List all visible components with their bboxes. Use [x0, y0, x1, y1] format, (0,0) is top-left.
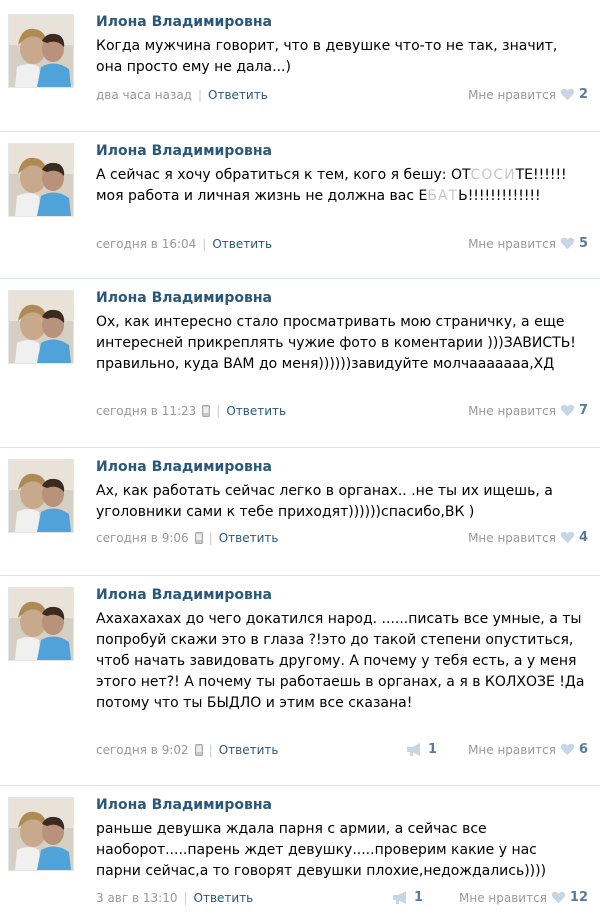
post-time[interactable]: сегодня в 9:02 — [96, 743, 189, 757]
like-label: Мне нравится — [459, 890, 547, 905]
post-text: раньше девушка ждала парня с армии, а се… — [96, 821, 547, 879]
avatar[interactable] — [8, 459, 74, 533]
avatar-photo — [9, 15, 73, 87]
share-button[interactable]: 1 — [392, 890, 423, 905]
post-meta: сегодня в 9:06 | Ответить — [96, 531, 278, 545]
heart-icon — [560, 743, 575, 756]
post-text: Когда мужчина говорит, что в девушке что… — [96, 38, 558, 75]
like-label: Мне нравится — [468, 403, 556, 418]
post-divider — [0, 447, 600, 448]
like-label: Мне нравится — [468, 236, 556, 251]
like-button[interactable]: Мне нравится 12 — [459, 890, 588, 905]
post-time[interactable]: сегодня в 11:23 — [96, 404, 196, 418]
like-count: 5 — [578, 236, 588, 251]
reply-link[interactable]: Ответить — [226, 404, 286, 418]
share-count: 1 — [414, 890, 424, 905]
like-count: 7 — [578, 403, 588, 418]
reply-link[interactable]: Ответить — [212, 237, 272, 251]
post-time[interactable]: сегодня в 16:04 — [96, 237, 196, 251]
avatar[interactable] — [8, 587, 74, 661]
meta-separator: | — [208, 743, 213, 757]
avatar-photo — [9, 460, 73, 532]
heart-icon — [560, 404, 575, 417]
like-button[interactable]: Мне нравится 6 — [468, 742, 588, 757]
like-label: Мне нравится — [468, 742, 556, 757]
mobile-phone-icon — [194, 744, 203, 756]
like-label: Мне нравится — [468, 530, 556, 545]
meta-separator: | — [216, 404, 221, 418]
like-button[interactable]: Мне нравится 2 — [468, 87, 588, 102]
reply-link[interactable]: Ответить — [219, 531, 279, 545]
censored-word: БАТ — [427, 188, 459, 204]
megaphone-icon — [393, 891, 406, 904]
post-meta: 3 авг в 13:10 | Ответить — [96, 891, 253, 905]
avatar[interactable] — [8, 290, 74, 364]
heart-icon — [560, 237, 575, 250]
mobile-phone-icon — [202, 405, 211, 417]
post-meta: два часа назад | Ответить — [96, 88, 268, 102]
post-text: А сейчас я хочу обратиться к тем, кого я… — [96, 165, 586, 207]
author-name[interactable]: Илона Владимировна — [96, 143, 272, 159]
heart-icon — [560, 88, 575, 101]
avatar-photo — [9, 588, 73, 660]
post-time[interactable]: сегодня в 9:06 — [96, 531, 189, 545]
share-button[interactable]: 1 — [406, 742, 437, 757]
post-divider — [0, 785, 600, 786]
post-text-part: А сейчас я хочу обратиться к тем, кого я… — [96, 167, 471, 183]
avatar[interactable] — [8, 143, 74, 217]
author-name[interactable]: Илона Владимировна — [96, 14, 272, 30]
author-name[interactable]: Илона Владимировна — [96, 797, 272, 813]
like-label: Мне нравится — [468, 87, 556, 102]
meta-separator: | — [183, 891, 188, 905]
heart-icon — [560, 531, 575, 544]
post-text: Ах, как работать сейчас легко в органах.… — [96, 483, 553, 520]
author-name[interactable]: Илона Владимировна — [96, 587, 272, 603]
like-count: 12 — [569, 890, 588, 905]
reply-link[interactable]: Ответить — [194, 891, 254, 905]
avatar-photo — [9, 798, 73, 870]
post-meta: сегодня в 9:02 | Ответить — [96, 743, 278, 757]
like-count: 6 — [578, 742, 588, 757]
post-time[interactable]: 3 авг в 13:10 — [96, 891, 177, 905]
meta-separator: | — [202, 237, 207, 251]
heart-icon — [551, 891, 566, 904]
avatar-photo — [9, 291, 73, 363]
meta-separator: | — [208, 531, 213, 545]
megaphone-icon — [407, 743, 420, 756]
avatar[interactable] — [8, 797, 74, 871]
mobile-phone-icon — [194, 532, 203, 544]
post-divider — [0, 575, 600, 576]
post-divider — [0, 131, 600, 132]
reply-link[interactable]: Ответить — [208, 88, 268, 102]
avatar[interactable] — [8, 14, 74, 88]
post-text: Ох, как интересно стало просматривать мо… — [96, 314, 576, 372]
censored-word: СОСИ — [470, 167, 516, 183]
post-time[interactable]: два часа назад — [96, 88, 192, 102]
avatar-photo — [9, 144, 73, 216]
meta-separator: | — [197, 88, 203, 102]
like-button[interactable]: Мне нравится 7 — [468, 403, 588, 418]
author-name[interactable]: Илона Владимировна — [96, 290, 272, 306]
post-meta: сегодня в 11:23 | Ответить — [96, 404, 286, 418]
post-text: Ахахахахах до чего докатился народ. ....… — [96, 611, 585, 711]
reply-link[interactable]: Ответить — [219, 743, 279, 757]
share-count: 1 — [428, 742, 438, 757]
post-text-part: Ь!!!!!!!!!!!!! — [458, 188, 541, 204]
like-count: 4 — [578, 530, 588, 545]
post-divider — [0, 278, 600, 279]
author-name[interactable]: Илона Владимировна — [96, 459, 272, 475]
like-count: 2 — [578, 87, 588, 102]
post-meta: сегодня в 16:04 | Ответить — [96, 237, 272, 251]
like-button[interactable]: Мне нравится 4 — [468, 530, 588, 545]
like-button[interactable]: Мне нравится 5 — [468, 236, 588, 251]
